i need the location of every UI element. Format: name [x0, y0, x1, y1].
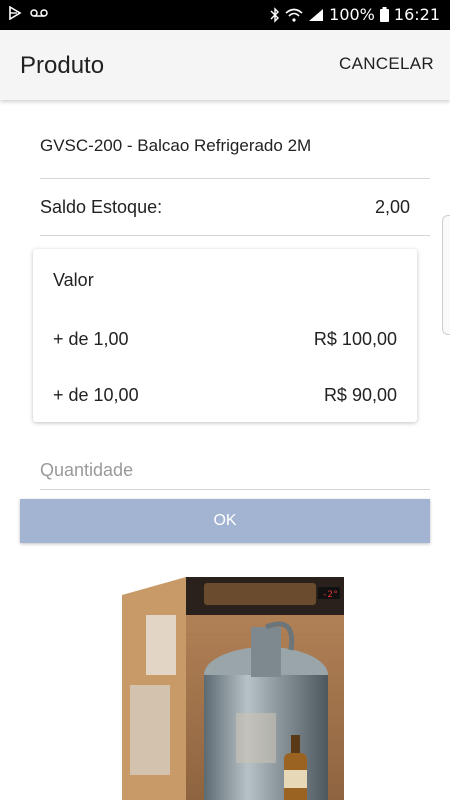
page-title: Produto [20, 52, 105, 79]
price-card-title: Valor [53, 270, 94, 290]
cancel-button[interactable]: CANCELAR [339, 54, 434, 74]
clock: 16:21 [393, 5, 440, 24]
product-name: GVSC-200 - Balcao Refrigerado 2M [40, 136, 312, 155]
price-tier-row: + de 10,00 R$ 90,00 [53, 385, 397, 409]
price-tier-value: R$ 100,00 [313, 329, 397, 349]
signal-icon [309, 8, 324, 21]
svg-text:-2°: -2° [322, 590, 338, 600]
status-notifications [8, 6, 48, 20]
ok-button[interactable]: OK [20, 499, 430, 543]
price-tier-row: + de 1,00 R$ 100,00 [53, 329, 397, 353]
edge-panel-handle[interactable] [442, 215, 450, 335]
voicemail-icon [30, 9, 48, 17]
wifi-icon [285, 8, 303, 22]
product-image: -2° [122, 577, 344, 800]
divider [40, 178, 430, 179]
stock-label: Saldo Estoque: [40, 197, 163, 217]
price-tier-value: R$ 90,00 [323, 385, 397, 405]
play-store-notification-icon [9, 6, 22, 20]
app-bar: Produto CANCELAR [0, 30, 450, 100]
stock-value: 2,00 [374, 197, 410, 217]
price-card: Valor + de 1,00 R$ 100,00 + de 10,00 R$ … [33, 249, 417, 422]
divider [40, 235, 430, 236]
status-bar: 100% 16:21 [0, 0, 450, 30]
price-tier-quantity: + de 1,00 [53, 329, 129, 349]
battery-percentage: 100% [329, 5, 375, 24]
bluetooth-icon [270, 6, 280, 23]
battery-icon [379, 7, 389, 22]
price-tier-quantity: + de 10,00 [53, 385, 139, 405]
status-indicators: 100% 16:21 [270, 5, 440, 24]
quantity-input[interactable] [40, 452, 430, 490]
